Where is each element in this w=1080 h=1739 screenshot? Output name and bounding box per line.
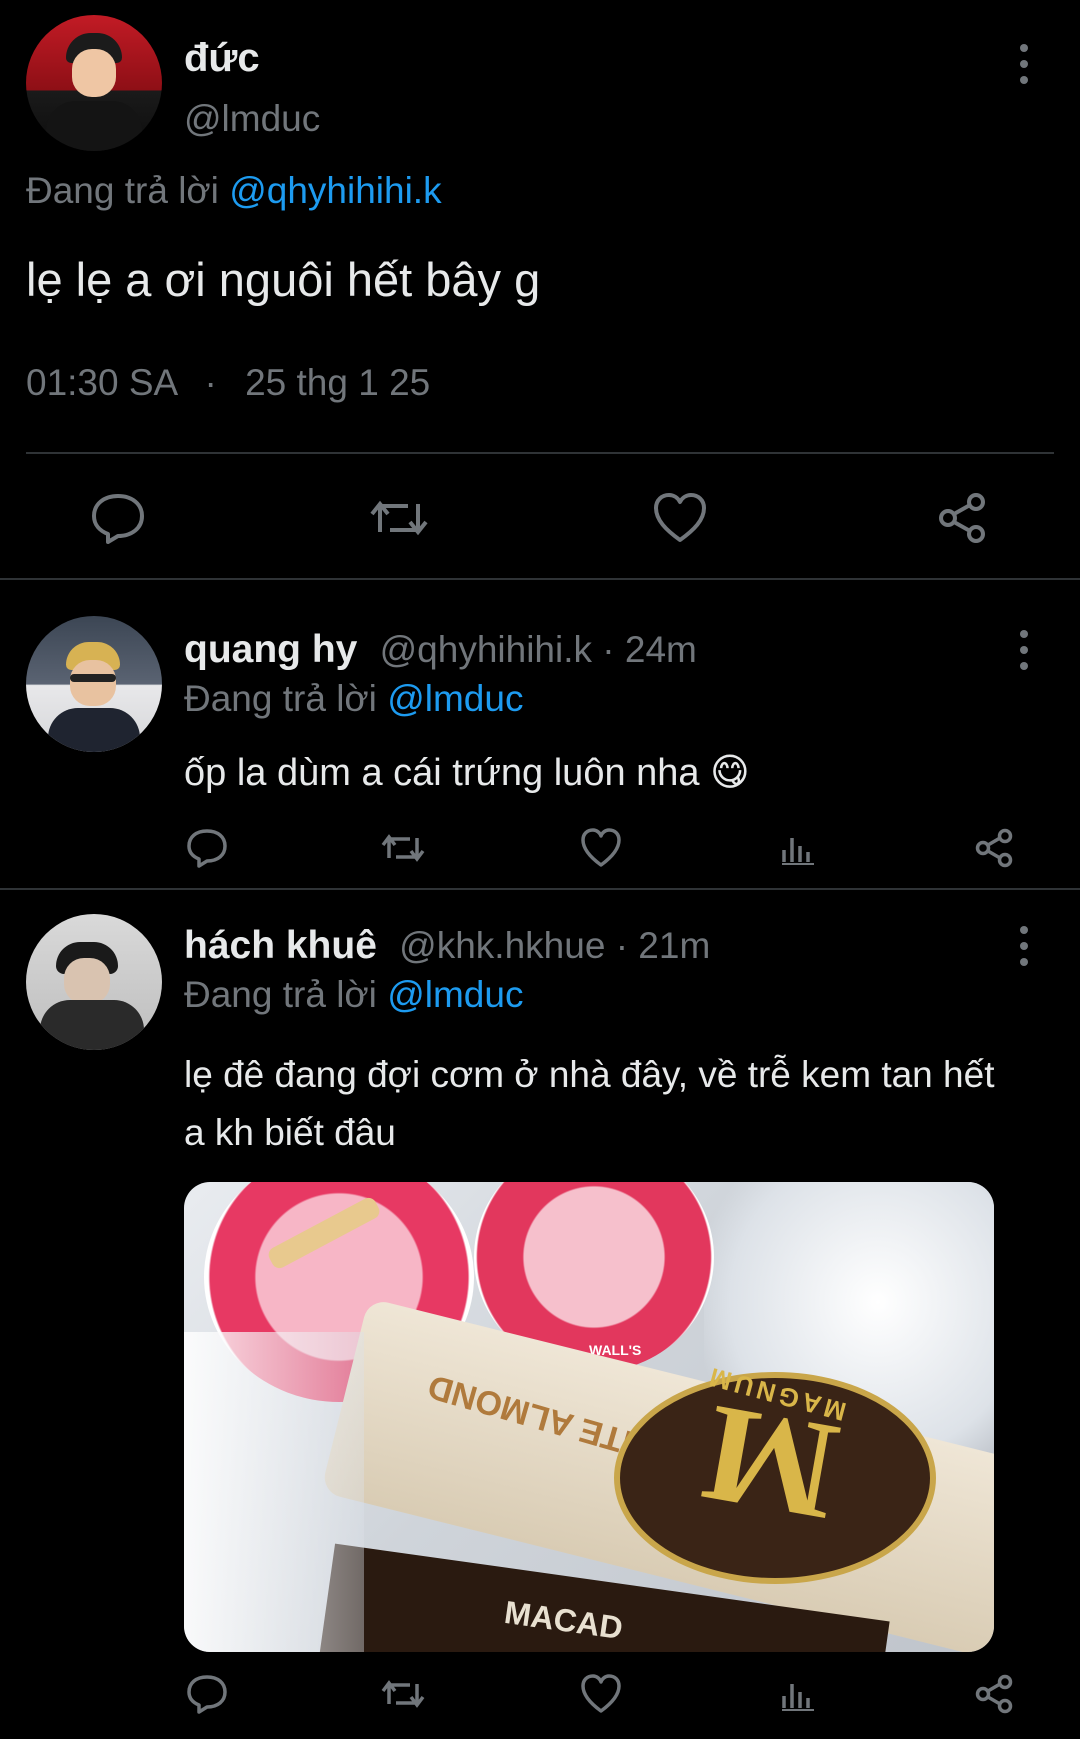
replying-to-link[interactable]: @lmduc: [387, 974, 523, 1015]
tweet-date[interactable]: 25 thg 1 25: [245, 362, 430, 403]
emoji: 😋: [710, 752, 750, 794]
tweet-text: lẹ lẹ a ơi nguôi hết bây g: [26, 253, 541, 306]
replying-to-link[interactable]: @qhyhihihi.k: [229, 170, 441, 211]
handle[interactable]: @lmduc: [184, 98, 320, 140]
reply-text: ốp la dùm a cái trứng luôn nha: [184, 752, 700, 794]
reply-icon[interactable]: [186, 1674, 228, 1714]
replying-prefix: Đang trả lời: [26, 170, 219, 211]
reply-header: quang hy @qhyhihihi.k · 24m: [184, 628, 697, 672]
avatar[interactable]: [26, 914, 162, 1050]
section-divider: [0, 578, 1080, 580]
reply-icon[interactable]: [90, 492, 146, 544]
replying-to-line: Đang trả lời @qhyhihihi.k: [26, 170, 442, 212]
views-icon[interactable]: [780, 830, 816, 866]
like-icon[interactable]: [580, 828, 622, 868]
retweet-icon[interactable]: [368, 494, 430, 542]
replying-prefix: Đang trả lời: [184, 974, 377, 1015]
separator-dot: ·: [204, 362, 217, 403]
more-icon[interactable]: [1014, 926, 1034, 966]
share-icon[interactable]: [974, 828, 1016, 868]
reply-age[interactable]: · 21m: [616, 925, 711, 966]
display-name[interactable]: hách khuê: [184, 924, 377, 967]
like-icon[interactable]: [580, 1674, 622, 1714]
attached-photo[interactable]: WALL'S WHITE ALMOND M MAGNUM MACAD: [184, 1182, 994, 1652]
more-icon[interactable]: [1014, 44, 1034, 84]
reply-text-line: ốp la dùm a cái trứng luôn nha 😋: [184, 750, 750, 795]
reply-header: hách khuê @khk.hkhue · 21m: [184, 924, 710, 968]
action-divider: [26, 452, 1054, 454]
reply-text-line-2: a kh biết đâu: [184, 1112, 396, 1153]
reply-icon[interactable]: [186, 828, 228, 868]
handle[interactable]: @qhyhihihi.k: [380, 629, 592, 670]
retweet-icon[interactable]: [380, 1676, 426, 1712]
reply-text-line-1: lẹ đê đang đợi cơm ở nhà đây, về trễ kem…: [184, 1054, 995, 1095]
reply-text: lẹ đê đang đợi cơm ở nhà đây, về trễ kem…: [184, 1046, 1064, 1162]
avatar[interactable]: [26, 616, 162, 752]
section-divider: [0, 888, 1080, 890]
tweet-time[interactable]: 01:30 SA: [26, 362, 176, 403]
replying-prefix: Đang trả lời: [184, 678, 377, 719]
avatar[interactable]: [26, 15, 162, 151]
share-icon[interactable]: [974, 1674, 1016, 1714]
timestamp-line: 01:30 SA · 25 thg 1 25: [26, 362, 430, 404]
reply-age[interactable]: · 24m: [602, 629, 697, 670]
handle[interactable]: @khk.hkhue: [399, 925, 605, 966]
display-name[interactable]: quang hy: [184, 628, 357, 671]
replying-to-line: Đang trả lời @lmduc: [184, 678, 523, 720]
like-icon[interactable]: [652, 492, 708, 544]
share-icon[interactable]: [936, 492, 990, 544]
more-icon[interactable]: [1014, 630, 1034, 670]
display-name[interactable]: đức: [184, 36, 260, 81]
replying-to-line: Đang trả lời @lmduc: [184, 974, 523, 1016]
replying-to-link[interactable]: @lmduc: [387, 678, 523, 719]
retweet-icon[interactable]: [380, 830, 426, 866]
views-icon[interactable]: [780, 1676, 816, 1712]
